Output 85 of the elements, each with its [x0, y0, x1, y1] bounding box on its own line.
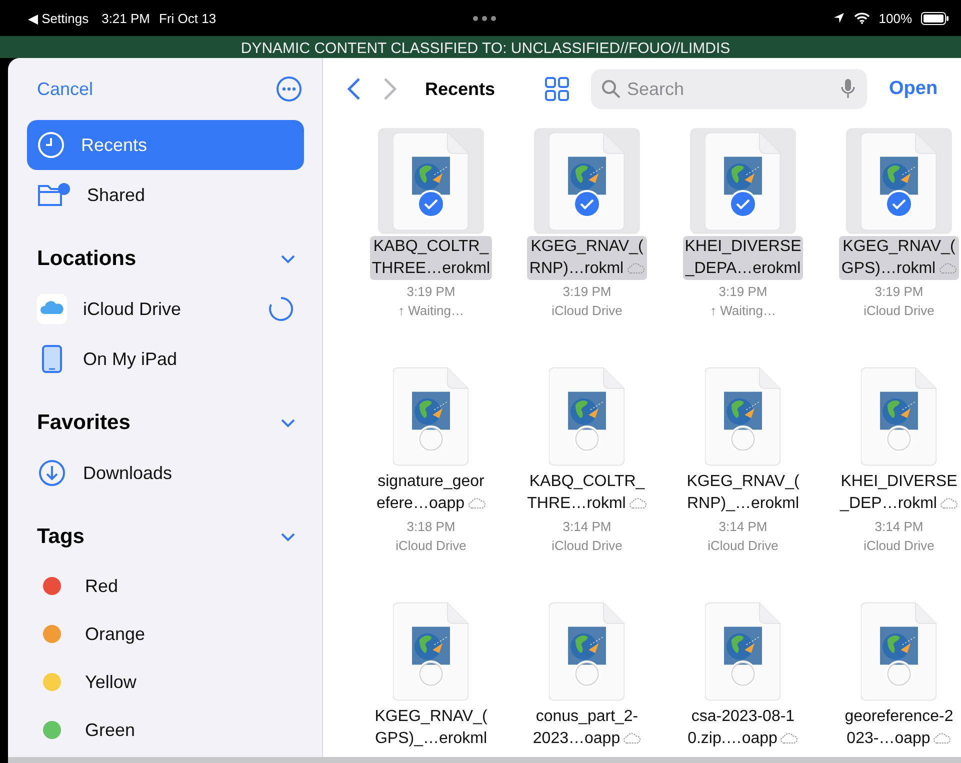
folder-title: Recents — [425, 78, 496, 100]
empty-circle-icon — [573, 660, 601, 688]
clock-icon — [37, 131, 65, 159]
shared-folder-icon — [37, 182, 71, 208]
file-name: KGEG_RNAV_( RNP)…rokml — [527, 236, 647, 280]
battery-percent: 100% — [878, 10, 912, 26]
search-icon — [601, 79, 622, 99]
cloud-download-icon[interactable] — [780, 732, 798, 744]
search-field[interactable]: Search — [591, 69, 868, 109]
file-time: 3:19 PM — [562, 284, 612, 299]
sidebar-item[interactable]: Shared — [27, 170, 304, 220]
empty-circle-icon — [729, 660, 757, 688]
file-time: 3:18 PM — [406, 519, 456, 534]
empty-circle-icon — [417, 425, 445, 453]
sidebar-item[interactable]: iCloud Drive — [27, 284, 304, 334]
open-button[interactable]: Open — [889, 78, 938, 100]
file-name: KGEG_RNAV_( GPS)_…erokml — [374, 707, 488, 749]
empty-circle-icon — [885, 660, 913, 688]
file-name: KHEI_DIVERSE _DEP…rokml — [838, 472, 959, 514]
cloud-download-icon[interactable] — [623, 732, 642, 744]
file-time: 3:19 PM — [874, 284, 924, 299]
file-thumbnail[interactable] — [378, 128, 484, 234]
cloud-download-icon[interactable] — [628, 497, 647, 509]
empty-circle-icon — [885, 425, 913, 453]
file-name: conus_part_2- 2023…oapp — [530, 706, 644, 750]
chevron-down-icon[interactable] — [280, 254, 296, 264]
grid-view-icon[interactable] — [545, 77, 570, 101]
file-thumbnail[interactable] — [690, 128, 796, 234]
section-title: Tags — [37, 525, 84, 549]
status-time: 3:21 PM — [102, 10, 150, 26]
download-icon — [37, 458, 67, 488]
cloud-download-icon[interactable] — [938, 262, 957, 274]
tag-item[interactable]: Red — [27, 562, 304, 610]
classification-banner: DYNAMIC CONTENT CLASSIFIED TO: UNCLASSIFIED//FOUO//LIMDIS — [0, 36, 961, 58]
file-location: iCloud Drive — [396, 538, 466, 553]
empty-circle-icon — [729, 425, 757, 453]
sidebar-item[interactable]: Downloads — [27, 448, 304, 498]
cloud-download-icon[interactable] — [468, 497, 486, 509]
sidebar-item[interactable]: On My iPad — [27, 334, 304, 384]
back-chevron-icon[interactable] — [347, 77, 361, 101]
file-name: signature_geor efere…oapp — [375, 472, 487, 514]
file-time: 3:19 PM — [718, 284, 768, 299]
microphone-icon[interactable] — [841, 78, 856, 100]
file-name: csa-2023-08-1 0.zip.…oapp — [686, 706, 800, 750]
empty-circle-icon — [573, 425, 601, 453]
file-name: KGEG_RNAV_( GPS)…rokml — [839, 236, 959, 280]
cloud-icon — [37, 294, 67, 324]
tag-item[interactable]: Yellow — [27, 658, 304, 706]
file-location: iCloud Drive — [552, 303, 622, 318]
tag-item[interactable]: Green — [27, 706, 304, 754]
file-name: KGEG_RNAV_( RNP)_…erokml — [686, 472, 800, 514]
file-time: 3:14 PM — [562, 519, 612, 534]
file-time: 3:14 PM — [718, 519, 768, 534]
file-location: iCloud Drive — [864, 538, 934, 553]
file-location: iCloud Drive — [708, 538, 778, 553]
file-location: iCloud Drive — [864, 303, 934, 318]
file-name: georeference-2 023-…oapp — [844, 707, 954, 749]
cloud-download-icon[interactable] — [940, 497, 958, 509]
chevron-down-icon[interactable] — [280, 532, 296, 542]
battery-icon — [921, 12, 949, 24]
file-time: 3:14 PM — [874, 519, 924, 534]
file-location: ↑ Waiting… — [710, 303, 776, 318]
location-arrow-icon — [832, 12, 845, 24]
chevron-down-icon[interactable] — [280, 418, 296, 428]
back-to-app-link[interactable]: ◀ Settings — [28, 10, 89, 26]
cloud-download-icon[interactable] — [626, 262, 645, 274]
tag-item[interactable]: Orange — [27, 610, 304, 658]
section-title: Locations — [37, 247, 136, 271]
empty-circle-icon — [417, 660, 445, 688]
file-thumbnail[interactable] — [534, 128, 640, 234]
wifi-icon — [854, 12, 870, 24]
file-name: KHEI_DIVERSE _DEPA…erokml — [682, 236, 804, 280]
cancel-button[interactable]: Cancel — [37, 78, 94, 100]
more-options-icon[interactable] — [276, 76, 302, 102]
file-time: 3:19 PM — [406, 284, 456, 299]
section-title: Favorites — [37, 411, 130, 435]
file-location: ↑ Waiting… — [398, 303, 464, 318]
cloud-download-icon[interactable] — [933, 732, 952, 744]
status-date: Fri Oct 13 — [159, 10, 216, 26]
sidebar-item[interactable]: Recents — [27, 120, 304, 170]
file-name: KABQ_COLTR_ THRE…rokml — [526, 472, 648, 514]
file-location: iCloud Drive — [552, 538, 622, 553]
file-name: KABQ_COLTR_ THREE…erokml — [370, 236, 492, 280]
file-thumbnail[interactable] — [846, 128, 952, 234]
forward-chevron-icon[interactable] — [383, 77, 397, 101]
